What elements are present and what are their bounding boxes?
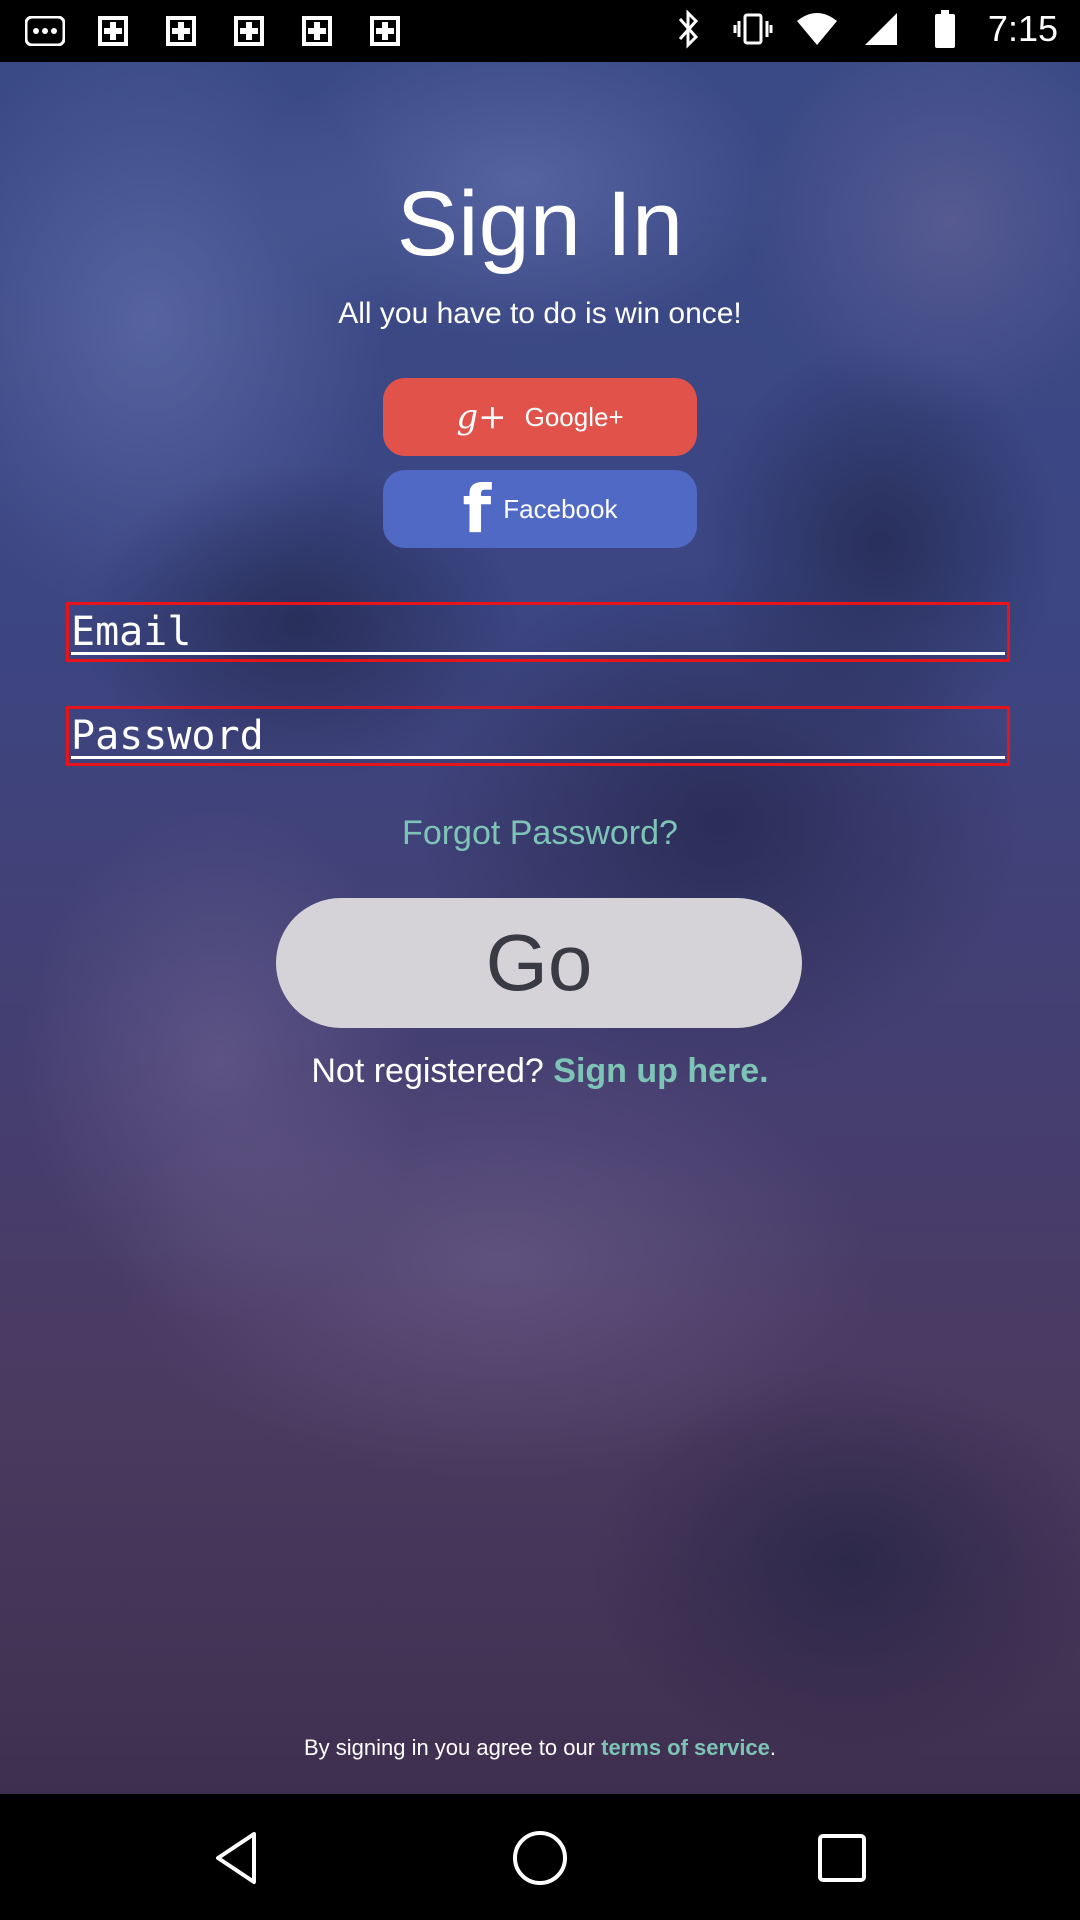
password-field-frame xyxy=(66,706,1010,766)
photo-icon xyxy=(296,10,338,52)
terms-suffix: . xyxy=(769,1735,777,1760)
register-prompt: Not registered? Sign up here. xyxy=(0,1052,1080,1091)
navigation-bar xyxy=(0,1794,1080,1920)
facebook-label: Facebook xyxy=(503,493,618,524)
status-bar: 7:15 xyxy=(0,0,1080,62)
system-icons: 7:15 xyxy=(668,8,1058,50)
google-plus-label: Google+ xyxy=(524,401,624,432)
forgot-password-link[interactable]: Forgot Password? xyxy=(0,814,1080,853)
sign-in-screen: Sign In All you have to do is win once! … xyxy=(0,62,1080,1794)
page-subtitle: All you have to do is win once! xyxy=(338,297,742,330)
back-icon[interactable] xyxy=(208,1828,268,1888)
google-plus-icon: g+ xyxy=(456,397,507,437)
bluetooth-icon xyxy=(668,8,710,50)
register-prefix: Not registered? xyxy=(311,1052,554,1090)
photo-icon xyxy=(228,10,270,52)
more-icon xyxy=(24,10,66,52)
screen: 7:15 Sign In All you have to do is win o… xyxy=(0,0,1080,1920)
facebook-button[interactable]: f Facebook xyxy=(383,470,697,548)
photo-icon xyxy=(160,10,202,52)
wifi-icon xyxy=(796,8,838,50)
signal-icon xyxy=(860,8,902,50)
terms-of-service-link[interactable]: terms of service xyxy=(601,1735,770,1760)
terms-prefix: By signing in you agree to our xyxy=(303,1735,602,1760)
email-field-frame xyxy=(66,602,1010,662)
password-input[interactable] xyxy=(69,709,1007,763)
home-icon[interactable] xyxy=(510,1828,570,1888)
go-button[interactable]: Go xyxy=(276,898,802,1028)
sign-up-link[interactable]: Sign up here. xyxy=(553,1052,768,1090)
photo-icon xyxy=(92,10,134,52)
facebook-icon: f xyxy=(462,471,492,548)
vibrate-icon xyxy=(732,8,774,50)
terms-notice: By signing in you agree to our terms of … xyxy=(0,1735,1080,1761)
photo-icon xyxy=(364,10,406,52)
clock: 7:15 xyxy=(987,8,1058,49)
notification-icons xyxy=(24,10,406,52)
page-title: Sign In xyxy=(396,173,684,275)
google-plus-button[interactable]: g+ Google+ xyxy=(383,378,697,456)
email-input[interactable] xyxy=(69,605,1007,659)
battery-icon xyxy=(924,8,966,50)
recent-apps-icon[interactable] xyxy=(812,1828,872,1888)
